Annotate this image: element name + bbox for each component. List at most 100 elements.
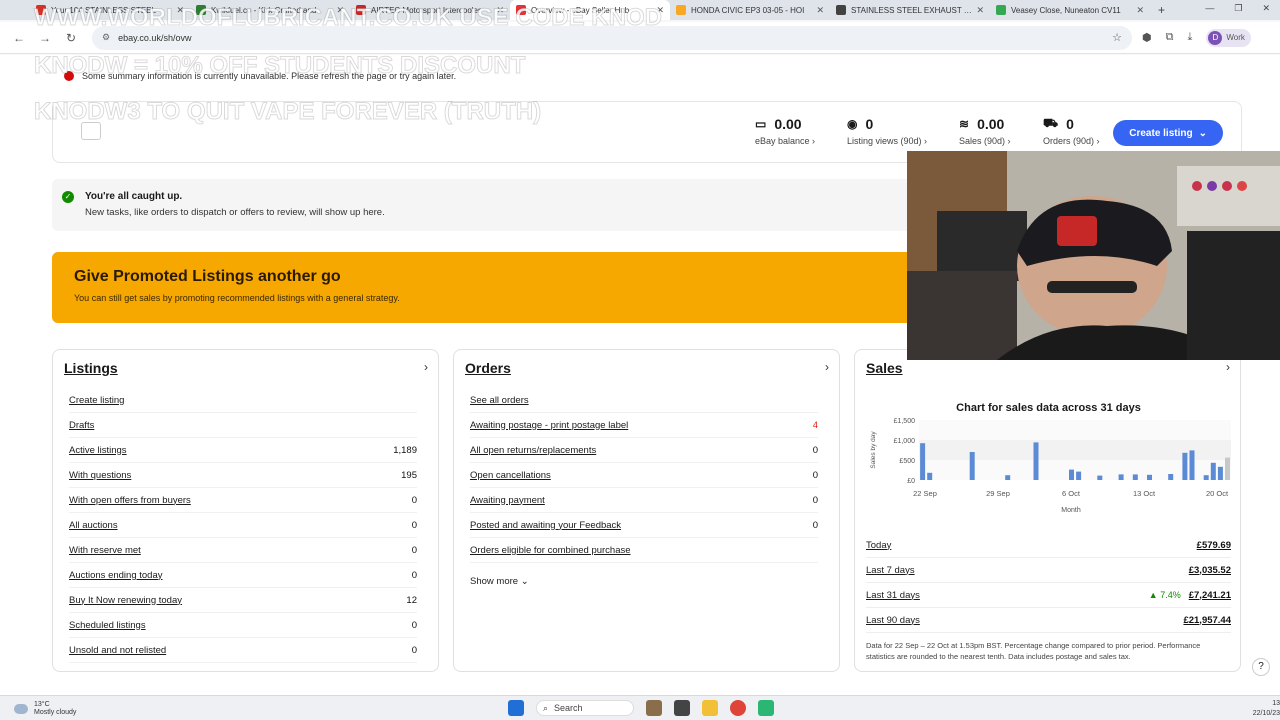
- listings-row-link[interactable]: Buy It Now renewing today: [69, 595, 182, 606]
- tab-close-icon[interactable]: ✕: [816, 5, 824, 16]
- profile-label: Work: [1226, 33, 1245, 42]
- orders-row-link[interactable]: Awaiting payment: [470, 495, 545, 506]
- weather-widget[interactable]: 13°C Mostly cloudy: [14, 701, 76, 717]
- chart-bar[interactable]: [920, 443, 926, 480]
- taskbar-search[interactable]: ⌕ Search: [536, 700, 634, 716]
- orders-row-link[interactable]: Open cancellations: [470, 470, 551, 481]
- chart-bar[interactable]: [969, 452, 975, 480]
- orders-row-link[interactable]: Posted and awaiting your Feedback: [470, 520, 621, 531]
- listings-row-link[interactable]: All auctions: [69, 520, 118, 531]
- metric-sales[interactable]: ≋ 0.00 Sales (90d) ›: [959, 116, 1011, 146]
- back-icon[interactable]: ←: [12, 31, 26, 45]
- chart-bar[interactable]: [1033, 442, 1039, 480]
- sales-row-link[interactable]: Today: [866, 540, 891, 551]
- sales-note: Data for 22 Sep – 22 Oct at 1.53pm BST. …: [866, 641, 1201, 661]
- chart-bar[interactable]: [1069, 469, 1074, 480]
- profile-button[interactable]: D Work: [1206, 28, 1251, 47]
- orders-row: Awaiting payment 0: [470, 488, 818, 513]
- chevron-right-icon[interactable]: ›: [1226, 360, 1230, 374]
- chevron-right-icon[interactable]: ›: [825, 360, 829, 374]
- puzzle-icon[interactable]: ⧉: [1166, 31, 1174, 44]
- listings-row-link[interactable]: Create listing: [69, 395, 124, 406]
- orders-row-link[interactable]: See all orders: [470, 395, 529, 406]
- show-more-button[interactable]: Show more ⌄: [470, 576, 529, 587]
- listings-row-link[interactable]: Auctions ending today: [69, 570, 162, 581]
- tab-label: STAINLESS STEEL EXHAUST SILI: [851, 5, 973, 15]
- chart-bar[interactable]: [1005, 475, 1011, 480]
- x-tick-label: 6 Oct: [1062, 489, 1081, 498]
- browser-tab[interactable]: STAINLESS STEEL EXHAUST SILI ✕: [830, 0, 990, 20]
- weather-temp: 13°C: [34, 701, 50, 708]
- create-listing-button[interactable]: Create listing ⌄: [1113, 120, 1223, 146]
- close-window-icon[interactable]: ✕: [1262, 3, 1270, 14]
- minimize-icon[interactable]: —: [1205, 3, 1214, 14]
- chrome-icon[interactable]: [730, 700, 746, 716]
- listings-heading[interactable]: Listings: [64, 360, 118, 376]
- chart-bar[interactable]: [1097, 475, 1103, 480]
- browser-tab[interactable]: HONDA CIVIC EP3 03-05 - HOI ✕: [670, 0, 830, 20]
- task-view-icon[interactable]: [674, 700, 690, 716]
- sales-row-value[interactable]: £579.69: [1197, 540, 1231, 551]
- site-info-icon[interactable]: ⚙: [102, 32, 110, 43]
- chart-bar[interactable]: [1217, 466, 1223, 480]
- sales-row-value[interactable]: £7,241.21: [1189, 590, 1231, 601]
- chart-bar[interactable]: [1118, 474, 1124, 480]
- listings-row-link[interactable]: Active listings: [69, 445, 127, 456]
- orders-row: See all orders: [470, 388, 818, 413]
- bookmark-star-icon[interactable]: ☆: [1112, 31, 1122, 44]
- metric-orders[interactable]: ⛟ 0 Orders (90d) ›: [1043, 116, 1100, 146]
- sales-row-value[interactable]: £3,035.52: [1189, 565, 1231, 576]
- listings-row-link[interactable]: With open offers from buyers: [69, 495, 191, 506]
- listings-row-link[interactable]: With reserve met: [69, 545, 141, 556]
- chart-bar[interactable]: [927, 472, 933, 480]
- sales-heading[interactable]: Sales: [866, 360, 903, 376]
- chart-bar[interactable]: [1189, 450, 1195, 480]
- listings-row-link[interactable]: With questions: [69, 470, 131, 481]
- chart-bar[interactable]: [1203, 475, 1209, 480]
- sales-row-link[interactable]: Last 7 days: [866, 565, 915, 576]
- sales-row-link[interactable]: Last 31 days: [866, 590, 920, 601]
- chart-bar[interactable]: [1076, 471, 1082, 480]
- metric-listing-views[interactable]: ◉ 0 Listing views (90d) ›: [847, 116, 927, 146]
- forward-icon[interactable]: →: [38, 31, 52, 45]
- avatar: D: [1208, 30, 1223, 45]
- orders-row-link[interactable]: All open returns/replacements: [470, 445, 596, 456]
- listings-row-link[interactable]: Scheduled listings: [69, 620, 146, 631]
- chart-bar[interactable]: [1182, 452, 1188, 480]
- chart-bar[interactable]: [1168, 474, 1174, 480]
- app-icon[interactable]: [758, 700, 774, 716]
- new-tab-button[interactable]: +: [1158, 3, 1165, 17]
- listings-row-link[interactable]: Drafts: [69, 420, 94, 431]
- caught-up-subtitle: New tasks, like orders to dispatch or of…: [85, 207, 385, 218]
- maximize-icon[interactable]: ❐: [1234, 3, 1242, 14]
- browser-tab[interactable]: Veasey Close, Nuneaton CV11 ✕: [990, 0, 1150, 20]
- chart-bar[interactable]: [1210, 462, 1216, 480]
- orders-row-link[interactable]: Orders eligible for combined purchase: [470, 545, 631, 556]
- sales-row-value[interactable]: £21,957.44: [1183, 615, 1231, 626]
- help-button[interactable]: ?: [1252, 658, 1270, 676]
- clock[interactable]: 13 22/10/23: [1253, 699, 1280, 719]
- orders-row-link[interactable]: Awaiting postage - print postage label: [470, 420, 628, 431]
- tab-close-icon[interactable]: ✕: [1136, 5, 1144, 16]
- create-listing-label: Create listing: [1129, 127, 1193, 139]
- y-axis-label: Sales by day: [870, 431, 877, 469]
- copilot-icon[interactable]: [646, 700, 662, 716]
- reload-icon[interactable]: ↻: [64, 31, 78, 45]
- metric-ebay-balance[interactable]: ▭ 0.00 eBay balance ›: [755, 116, 815, 146]
- download-icon[interactable]: ⤓: [1187, 31, 1192, 44]
- extension-icon[interactable]: ⬢: [1142, 31, 1152, 44]
- chart-bar[interactable]: [1132, 474, 1138, 480]
- chart-bar[interactable]: [1147, 474, 1152, 480]
- orders-row-value: 0: [812, 519, 818, 531]
- start-icon[interactable]: [508, 700, 524, 716]
- file-explorer-icon[interactable]: [702, 700, 718, 716]
- orders-heading[interactable]: Orders: [465, 360, 511, 376]
- taskbar-search-label: Search: [554, 703, 583, 713]
- chevron-right-icon[interactable]: ›: [424, 360, 428, 374]
- chart-bar[interactable]: [1225, 457, 1230, 480]
- listings-row-link[interactable]: Unsold and not relisted: [69, 645, 166, 656]
- orders-row-value: 0: [812, 494, 818, 506]
- tab-close-icon[interactable]: ✕: [976, 5, 984, 16]
- sales-row-link[interactable]: Last 90 days: [866, 615, 920, 626]
- cloud-icon: [14, 704, 28, 714]
